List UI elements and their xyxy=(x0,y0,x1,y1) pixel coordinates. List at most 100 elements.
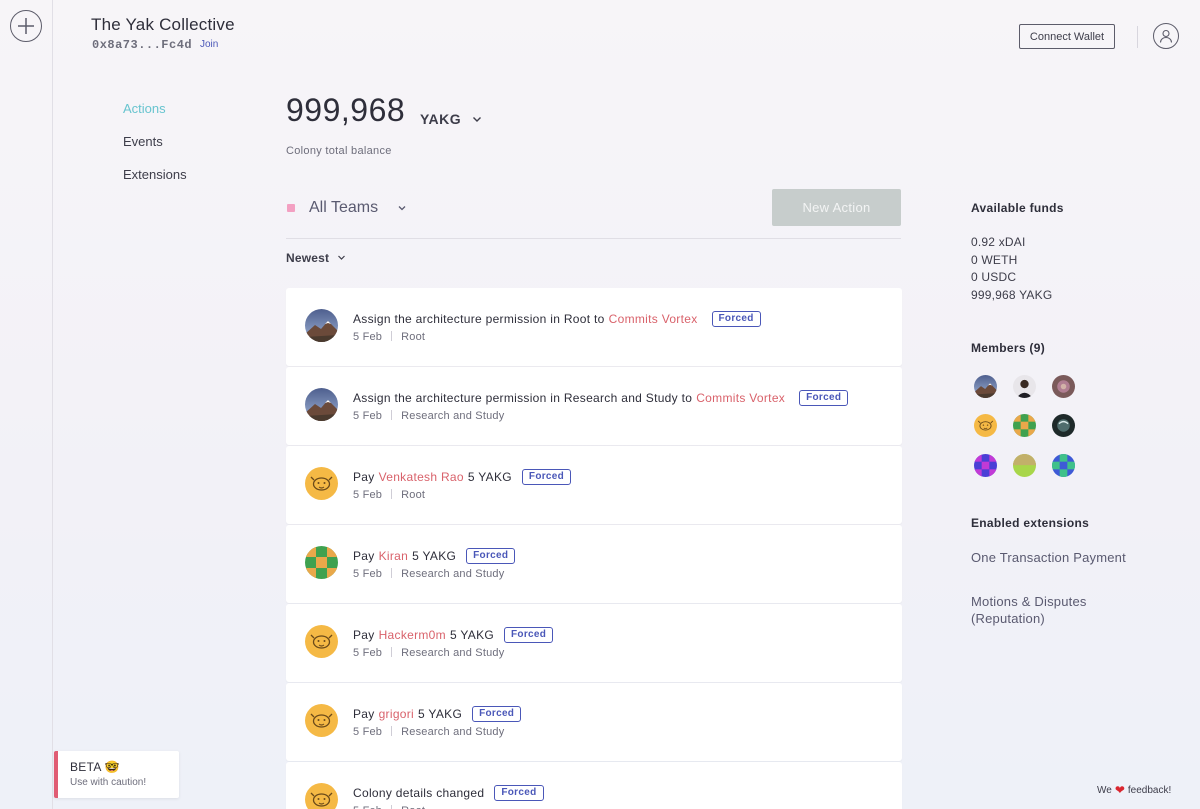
token-selector[interactable]: YAKG xyxy=(420,111,461,127)
chevron-down-icon[interactable] xyxy=(337,253,346,262)
action-title: Pay Kiran 5 YAKG Forced xyxy=(353,548,516,564)
feedback-link[interactable]: We ❤ feedback! xyxy=(1097,783,1171,797)
action-card[interactable]: Assign the architecture permission in Ro… xyxy=(286,288,902,366)
action-title: Assign the architecture permission in Ro… xyxy=(353,311,761,327)
action-card[interactable]: Assign the architecture permission in Re… xyxy=(286,367,902,445)
action-team: Root xyxy=(401,805,425,809)
action-meta: 5 Feb Research and Study xyxy=(353,568,504,580)
action-card[interactable]: Colony details changed Forced 5 Feb Root xyxy=(286,762,902,809)
action-team: Research and Study xyxy=(401,568,505,580)
action-description: Assign the architecture permission in Re… xyxy=(353,391,693,405)
sort-select[interactable]: Newest xyxy=(286,251,329,265)
nav-events[interactable]: Events xyxy=(123,134,163,149)
action-title: Assign the architecture permission in Re… xyxy=(353,390,849,406)
action-recipient[interactable]: grigori xyxy=(379,707,414,721)
member-avatar[interactable] xyxy=(1052,375,1075,398)
action-card[interactable]: Pay grigori 5 YAKG Forced 5 Feb Research and … xyxy=(286,683,902,761)
team-filter-select[interactable]: All Teams xyxy=(309,199,378,217)
extensions-heading: Enabled extensions xyxy=(971,516,1090,530)
action-card[interactable]: Pay Kiran 5 YAKG Forced 5 Feb Research and St… xyxy=(286,525,902,603)
member-avatar[interactable] xyxy=(1013,375,1036,398)
meta-separator xyxy=(391,726,393,736)
action-team: Research and Study xyxy=(401,410,505,422)
action-avatar xyxy=(305,388,338,421)
action-description: Pay xyxy=(353,628,375,642)
action-recipient[interactable]: Hackerm0m xyxy=(379,628,446,642)
action-team: Root xyxy=(401,331,426,343)
action-avatar xyxy=(305,546,338,579)
action-meta: 5 Feb Research and Study xyxy=(353,647,504,659)
action-description: Assign the architecture permission in Ro… xyxy=(353,312,605,326)
action-amount: 5 YAKG xyxy=(412,549,457,563)
action-avatar xyxy=(305,704,338,737)
forced-badge: Forced xyxy=(711,311,761,327)
join-link[interactable]: Join xyxy=(200,39,218,50)
plus-icon xyxy=(18,18,34,34)
meta-separator xyxy=(391,647,393,657)
extension-item[interactable]: Motions & Disputes (Reputation) xyxy=(971,593,1141,627)
action-description: Pay xyxy=(353,707,375,721)
action-meta: 5 Feb Root xyxy=(353,805,425,809)
action-recipient[interactable]: Commits Vortex xyxy=(609,312,698,326)
nav-extensions[interactable]: Extensions xyxy=(123,167,187,182)
member-avatar[interactable] xyxy=(1013,414,1036,437)
beta-title: BETA 🤓 xyxy=(70,760,120,774)
meta-separator xyxy=(391,489,393,499)
member-avatar[interactable] xyxy=(974,375,997,398)
action-avatar xyxy=(305,467,338,500)
chevron-down-icon[interactable] xyxy=(397,203,407,213)
user-icon xyxy=(1159,29,1173,43)
action-recipient[interactable]: Venkatesh Rao xyxy=(379,470,464,484)
action-card[interactable]: Pay Hackerm0m 5 YAKG Forced 5 Feb Research an… xyxy=(286,604,902,682)
extension-item[interactable]: One Transaction Payment xyxy=(971,549,1141,566)
beta-notice[interactable]: BETA 🤓 Use with caution! xyxy=(54,751,179,798)
action-team: Research and Study xyxy=(401,726,505,738)
feedback-prefix: We xyxy=(1097,784,1112,796)
fund-line: 0.92 xDAI xyxy=(971,235,1026,249)
forced-badge: Forced xyxy=(466,548,516,564)
member-avatar[interactable] xyxy=(1052,454,1075,477)
action-amount: 5 YAKG xyxy=(467,470,512,484)
feedback-suffix: feedback! xyxy=(1127,784,1172,796)
action-team: Root xyxy=(401,489,426,501)
action-team: Research and Study xyxy=(401,647,505,659)
action-amount: 5 YAKG xyxy=(449,628,495,642)
forced-badge: Forced xyxy=(521,469,572,485)
new-action-button[interactable]: New Action xyxy=(772,189,901,226)
action-recipient[interactable]: Commits Vortex xyxy=(696,391,785,405)
action-avatar xyxy=(305,625,338,658)
member-avatar[interactable] xyxy=(974,414,997,437)
forced-badge: Forced xyxy=(494,785,544,801)
user-menu-button[interactable] xyxy=(1153,23,1179,49)
colony-address[interactable]: 0x8a73...Fc4d xyxy=(92,38,192,52)
actions-list: Assign the architecture permission in Ro… xyxy=(286,288,902,809)
fund-line: 0 USDC xyxy=(971,270,1017,284)
member-avatar[interactable] xyxy=(974,454,997,477)
member-avatar[interactable] xyxy=(1052,414,1075,437)
meta-separator xyxy=(391,805,393,809)
colony-balance-amount: 999,968 xyxy=(286,92,406,128)
chevron-down-icon[interactable] xyxy=(471,113,483,125)
meta-separator xyxy=(391,410,393,420)
beta-subtitle: Use with caution! xyxy=(70,777,147,788)
fund-line: 0 WETH xyxy=(971,253,1018,267)
available-funds-heading: Available funds xyxy=(971,201,1064,215)
action-description: Pay xyxy=(353,549,375,563)
create-colony-button[interactable] xyxy=(10,10,42,42)
filter-divider xyxy=(286,238,901,239)
action-date: 5 Feb xyxy=(353,331,383,343)
colony-title: The Yak Collective xyxy=(91,15,235,34)
team-color-indicator xyxy=(287,204,295,212)
action-title: Colony details changed Forced xyxy=(353,785,544,801)
connect-wallet-button[interactable]: Connect Wallet xyxy=(1019,24,1115,49)
fund-line: 999,968 YAKG xyxy=(971,288,1053,302)
nav-actions[interactable]: Actions xyxy=(123,101,166,116)
action-card[interactable]: Pay Venkatesh Rao 5 YAKG Forced 5 Feb Root xyxy=(286,446,902,524)
action-title: Pay Hackerm0m 5 YAKG Forced xyxy=(353,627,554,643)
action-meta: 5 Feb Research and Study xyxy=(353,410,504,422)
meta-separator xyxy=(391,331,393,341)
member-avatar[interactable] xyxy=(1013,454,1036,477)
action-date: 5 Feb xyxy=(353,647,383,659)
action-recipient[interactable]: Kiran xyxy=(379,549,409,563)
action-meta: 5 Feb Root xyxy=(353,331,425,343)
